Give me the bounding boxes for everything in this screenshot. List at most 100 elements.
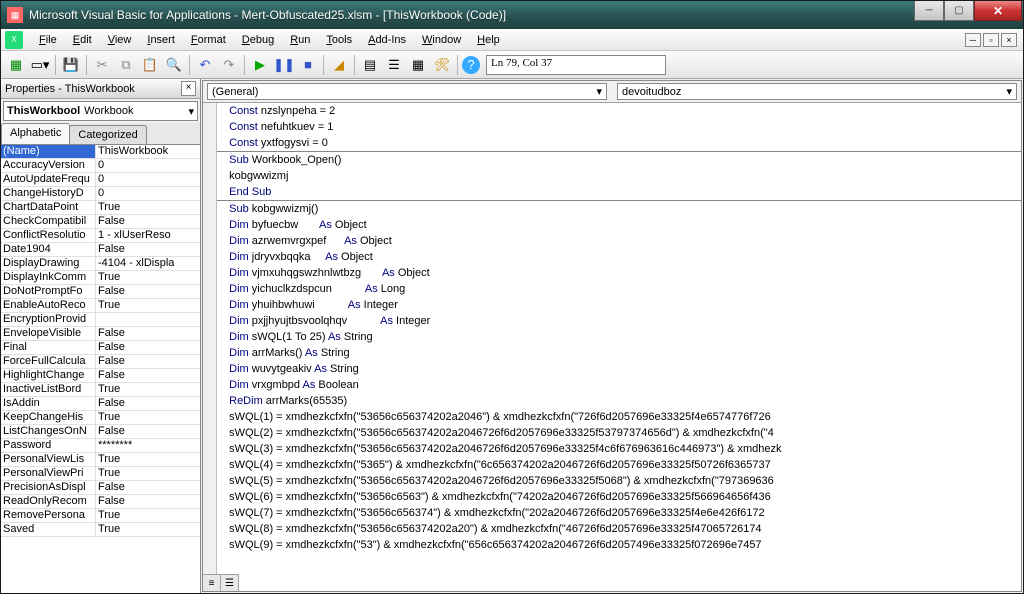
object-browser-icon[interactable]: ▦ <box>407 54 429 76</box>
property-value[interactable]: False <box>96 425 200 438</box>
menu-window[interactable]: Window <box>414 32 469 48</box>
menu-view[interactable]: View <box>100 32 140 48</box>
view-excel-icon[interactable]: ▦ <box>5 54 27 76</box>
menu-debug[interactable]: Debug <box>234 32 282 48</box>
property-row[interactable]: RemovePersonaTrue <box>1 509 200 523</box>
menu-tools[interactable]: Tools <box>318 32 360 48</box>
property-value[interactable]: True <box>96 453 200 466</box>
property-row[interactable]: FinalFalse <box>1 341 200 355</box>
property-row[interactable]: ChangeHistoryD0 <box>1 187 200 201</box>
save-icon[interactable]: 💾 <box>60 54 82 76</box>
menu-run[interactable]: Run <box>282 32 318 48</box>
properties-close-button[interactable]: × <box>181 81 196 96</box>
property-row[interactable]: IsAddinFalse <box>1 397 200 411</box>
mdi-close-button[interactable]: × <box>1001 33 1017 47</box>
project-explorer-icon[interactable]: ▤ <box>359 54 381 76</box>
object-combo[interactable]: (General) ▾ <box>207 83 607 100</box>
design-mode-icon[interactable]: ◢ <box>328 54 350 76</box>
property-value[interactable]: 1 - xlUserReso <box>96 229 200 242</box>
property-value[interactable]: False <box>96 327 200 340</box>
tab-alphabetic[interactable]: Alphabetic <box>1 123 70 144</box>
properties-grid[interactable]: (Name)ThisWorkbookAccuracyVersion0AutoUp… <box>1 145 200 593</box>
property-value[interactable]: 0 <box>96 187 200 200</box>
object-selector[interactable]: ThisWorkbool Workbook ▾ <box>3 101 198 121</box>
property-value[interactable]: 0 <box>96 159 200 172</box>
property-row[interactable]: SavedTrue <box>1 523 200 537</box>
minimize-button[interactable]: ─ <box>914 1 944 21</box>
break-icon[interactable]: ❚❚ <box>273 54 295 76</box>
toolbox-icon[interactable]: 🛠 <box>431 54 453 76</box>
property-value[interactable]: True <box>96 411 200 424</box>
property-value[interactable]: False <box>96 495 200 508</box>
properties-titlebar[interactable]: Properties - ThisWorkbook × <box>1 79 200 99</box>
property-row[interactable]: ReadOnlyRecomFalse <box>1 495 200 509</box>
property-value[interactable]: False <box>96 243 200 256</box>
full-module-view-button[interactable]: ☰ <box>221 575 239 591</box>
cut-icon[interactable]: ✂ <box>91 54 113 76</box>
procedure-combo[interactable]: devoitudboz ▾ <box>617 83 1017 100</box>
property-row[interactable]: ListChangesOnNFalse <box>1 425 200 439</box>
property-row[interactable]: ChartDataPointTrue <box>1 201 200 215</box>
property-value[interactable]: ThisWorkbook <box>96 145 200 158</box>
property-value[interactable]: True <box>96 509 200 522</box>
property-value[interactable]: True <box>96 299 200 312</box>
property-value[interactable]: False <box>96 481 200 494</box>
procedure-view-button[interactable]: ≡ <box>203 575 221 591</box>
property-row[interactable]: AutoUpdateFrequ0 <box>1 173 200 187</box>
mdi-minimize-button[interactable]: ─ <box>965 33 981 47</box>
menu-edit[interactable]: Edit <box>65 32 100 48</box>
mdi-restore-button[interactable]: ▫ <box>983 33 999 47</box>
property-row[interactable]: PersonalViewPriTrue <box>1 467 200 481</box>
find-icon[interactable]: 🔍 <box>163 54 185 76</box>
property-row[interactable]: Password******** <box>1 439 200 453</box>
property-row[interactable]: ForceFullCalculaFalse <box>1 355 200 369</box>
property-row[interactable]: InactiveListBordTrue <box>1 383 200 397</box>
excel-vba-icon[interactable]: X <box>5 31 23 49</box>
maximize-button[interactable]: ▢ <box>944 1 974 21</box>
menu-insert[interactable]: Insert <box>139 32 183 48</box>
undo-icon[interactable]: ↶ <box>194 54 216 76</box>
property-value[interactable]: True <box>96 523 200 536</box>
property-value[interactable]: True <box>96 467 200 480</box>
tab-categorized[interactable]: Categorized <box>69 125 146 144</box>
property-row[interactable]: (Name)ThisWorkbook <box>1 145 200 159</box>
property-value[interactable]: True <box>96 201 200 214</box>
property-row[interactable]: DisplayDrawing-4104 - xlDispla <box>1 257 200 271</box>
property-row[interactable]: DoNotPromptFoFalse <box>1 285 200 299</box>
property-value[interactable]: False <box>96 341 200 354</box>
property-value[interactable]: -4104 - xlDispla <box>96 257 200 270</box>
property-row[interactable]: PersonalViewLisTrue <box>1 453 200 467</box>
property-row[interactable]: KeepChangeHisTrue <box>1 411 200 425</box>
code-editor[interactable]: Const nzslynpeha = 2 Const nefuhtkuev = … <box>203 103 1021 591</box>
property-value[interactable]: False <box>96 215 200 228</box>
property-value[interactable]: False <box>96 355 200 368</box>
menu-add-ins[interactable]: Add-Ins <box>360 32 414 48</box>
property-row[interactable]: ConflictResolutio1 - xlUserReso <box>1 229 200 243</box>
property-value[interactable]: ******** <box>96 439 200 452</box>
titlebar[interactable]: ▦ Microsoft Visual Basic for Application… <box>1 1 1023 29</box>
help-icon[interactable]: ? <box>462 56 480 74</box>
menu-file[interactable]: File <box>31 32 65 48</box>
property-value[interactable]: True <box>96 271 200 284</box>
property-row[interactable]: EncryptionProvid <box>1 313 200 327</box>
menu-format[interactable]: Format <box>183 32 234 48</box>
property-row[interactable]: EnableAutoRecoTrue <box>1 299 200 313</box>
property-value[interactable]: 0 <box>96 173 200 186</box>
property-value[interactable]: True <box>96 383 200 396</box>
paste-icon[interactable]: 📋 <box>139 54 161 76</box>
reset-icon[interactable]: ■ <box>297 54 319 76</box>
insert-module-icon[interactable]: ▭▾ <box>29 54 51 76</box>
property-row[interactable]: HighlightChangeFalse <box>1 369 200 383</box>
redo-icon[interactable]: ↷ <box>218 54 240 76</box>
property-value[interactable]: False <box>96 397 200 410</box>
property-row[interactable]: DisplayInkCommTrue <box>1 271 200 285</box>
property-value[interactable]: False <box>96 369 200 382</box>
close-button[interactable]: ✕ <box>974 1 1022 21</box>
menu-help[interactable]: Help <box>469 32 508 48</box>
properties-window-icon[interactable]: ☰ <box>383 54 405 76</box>
property-row[interactable]: CheckCompatibilFalse <box>1 215 200 229</box>
property-row[interactable]: Date1904False <box>1 243 200 257</box>
property-value[interactable] <box>96 313 200 326</box>
property-row[interactable]: EnvelopeVisibleFalse <box>1 327 200 341</box>
property-value[interactable]: False <box>96 285 200 298</box>
